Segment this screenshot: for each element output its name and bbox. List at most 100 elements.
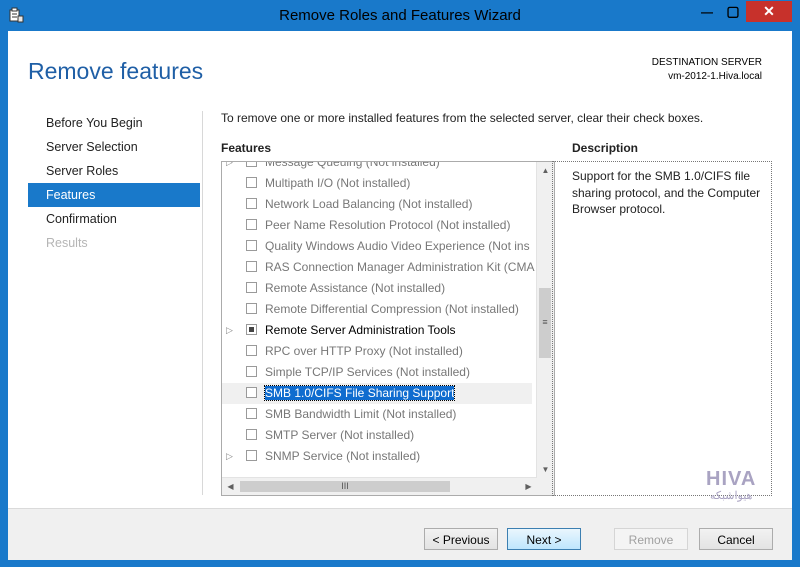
- feature-label-wrap: Message Queuing (Not installed): [265, 162, 440, 173]
- feature-label: RPC over HTTP Proxy (Not installed): [265, 344, 463, 358]
- feature-label-wrap: Quality Windows Audio Video Experience (…: [265, 236, 530, 257]
- feature-row[interactable]: ▷ Message Queuing (Not installed): [222, 162, 532, 173]
- feature-checkbox[interactable]: [246, 303, 257, 314]
- chevron-right-icon[interactable]: ▶: [520, 478, 537, 495]
- description-panel: Support for the SMB 1.0/CIFS file sharin…: [552, 161, 772, 496]
- destination-server-name: vm-2012-1.Hiva.local: [668, 71, 762, 82]
- chevron-left-icon[interactable]: ◀: [222, 478, 239, 495]
- feature-checkbox[interactable]: [246, 324, 257, 335]
- feature-label: Peer Name Resolution Protocol (Not insta…: [265, 218, 511, 232]
- feature-label: RAS Connection Manager Administration Ki…: [265, 260, 535, 274]
- page-title: Remove features: [28, 58, 204, 84]
- feature-label-wrap: SNMP Service (Not installed): [265, 446, 420, 467]
- next-button[interactable]: Next >: [507, 528, 581, 550]
- feature-label: Multipath I/O (Not installed): [265, 176, 411, 190]
- horizontal-scrollbar[interactable]: ◀ III ▶: [222, 477, 537, 495]
- feature-checkbox[interactable]: [246, 345, 257, 356]
- feature-row[interactable]: SMTP Server (Not installed): [222, 425, 532, 446]
- feature-label: SMB Bandwidth Limit (Not installed): [265, 407, 457, 421]
- close-icon: ✕: [763, 3, 775, 19]
- watermark-subtext: هیواشبکه: [709, 490, 753, 502]
- triangle-right-icon[interactable]: ▷: [226, 320, 236, 341]
- feature-row[interactable]: Remote Assistance (Not installed): [222, 278, 532, 299]
- scrollbar-thumb[interactable]: ≡: [539, 288, 551, 358]
- destination-server-info: DESTINATION SERVER vm-2012-1.Hiva.local: [652, 56, 762, 84]
- destination-server-label: DESTINATION SERVER: [651, 57, 762, 68]
- feature-checkbox[interactable]: [246, 219, 257, 230]
- feature-checkbox[interactable]: [246, 261, 257, 272]
- feature-checkbox[interactable]: [246, 450, 257, 461]
- feature-checkbox[interactable]: [246, 387, 257, 398]
- feature-label-wrap: SMB Bandwidth Limit (Not installed): [265, 404, 456, 425]
- feature-row[interactable]: Peer Name Resolution Protocol (Not insta…: [222, 215, 532, 236]
- wizard-window: Remove Roles and Features Wizard — ▢ ✕ R…: [0, 0, 800, 567]
- nav-divider: [202, 111, 203, 495]
- wizard-client-area: Remove features DESTINATION SERVER vm-20…: [8, 31, 792, 560]
- feature-checkbox[interactable]: [246, 282, 257, 293]
- feature-label-wrap: Remote Differential Compression (Not ins…: [265, 299, 519, 320]
- minimize-button[interactable]: —: [694, 1, 720, 22]
- feature-label: SNMP Service (Not installed): [265, 449, 421, 463]
- feature-label-wrap: Remote Assistance (Not installed): [265, 278, 445, 299]
- features-tree[interactable]: ▷ Message Queuing (Not installed) Multipat…: [221, 161, 555, 496]
- features-heading: Features: [221, 141, 272, 155]
- window-title: Remove Roles and Features Wizard: [279, 7, 521, 24]
- feature-label: Remote Assistance (Not installed): [265, 281, 446, 295]
- watermark-logo: HIVA هیواشبکه: [706, 468, 756, 502]
- feature-label: Remote Server Administration Tools: [265, 323, 456, 337]
- feature-row[interactable]: ▷ SNMP Service (Not installed): [222, 446, 532, 467]
- feature-row[interactable]: SMB Bandwidth Limit (Not installed): [222, 404, 532, 425]
- feature-checkbox[interactable]: [246, 177, 257, 188]
- maximize-button[interactable]: ▢: [720, 1, 746, 22]
- feature-row[interactable]: ▷ Remote Server Administration Tools: [222, 320, 532, 341]
- features-list: ▷ Message Queuing (Not installed) Multipat…: [222, 162, 534, 467]
- grip-icon: ≡: [542, 317, 548, 327]
- feature-label-wrap: RAS Connection Manager Administration Ki…: [265, 257, 534, 278]
- feature-label: SMB 1.0/CIFS File Sharing Support: [263, 385, 456, 401]
- feature-label: Simple TCP/IP Services (Not installed): [265, 365, 470, 379]
- description-text: Support for the SMB 1.0/CIFS file sharin…: [572, 169, 761, 216]
- feature-checkbox[interactable]: [246, 198, 257, 209]
- feature-row[interactable]: Quality Windows Audio Video Experience (…: [222, 236, 532, 257]
- feature-label: SMTP Server (Not installed): [265, 428, 415, 442]
- description-heading: Description: [572, 141, 639, 155]
- feature-label-wrap: Peer Name Resolution Protocol (Not insta…: [265, 215, 510, 236]
- maximize-icon: ▢: [726, 3, 740, 19]
- remove-button: Remove: [614, 528, 688, 550]
- watermark-text: HIVA: [706, 468, 757, 490]
- nav-item-features[interactable]: Features: [28, 183, 200, 207]
- feature-label-wrap: Network Load Balancing (Not installed): [265, 194, 472, 215]
- feature-label-wrap: RPC over HTTP Proxy (Not installed): [265, 341, 463, 362]
- feature-row[interactable]: Remote Differential Compression (Not ins…: [222, 299, 532, 320]
- feature-label-wrap: Remote Server Administration Tools: [265, 320, 456, 341]
- feature-checkbox[interactable]: [246, 240, 257, 251]
- title-bar[interactable]: Remove Roles and Features Wizard — ▢ ✕: [0, 0, 800, 31]
- cancel-button[interactable]: Cancel: [699, 528, 773, 550]
- feature-checkbox[interactable]: [246, 366, 257, 377]
- h-scrollbar-thumb[interactable]: III: [240, 481, 450, 492]
- feature-row[interactable]: Simple TCP/IP Services (Not installed): [222, 362, 532, 383]
- previous-button[interactable]: < Previous: [424, 528, 498, 550]
- feature-row[interactable]: Multipath I/O (Not installed): [222, 173, 532, 194]
- feature-row[interactable]: SMB 1.0/CIFS File Sharing Support: [222, 383, 532, 404]
- feature-checkbox[interactable]: [246, 408, 257, 419]
- feature-label: Network Load Balancing (Not installed): [265, 197, 473, 211]
- minimize-icon: —: [701, 4, 713, 19]
- feature-checkbox[interactable]: [246, 162, 257, 167]
- wizard-footer: < Previous Next > Remove Cancel: [8, 508, 792, 560]
- nav-item-confirmation[interactable]: Confirmation: [28, 207, 200, 231]
- nav-item-before-you-begin[interactable]: Before You Begin: [28, 111, 200, 135]
- nav-item-results: Results: [46, 236, 88, 250]
- feature-label: Quality Windows Audio Video Experience (…: [265, 239, 530, 253]
- triangle-right-icon[interactable]: ▷: [226, 446, 236, 467]
- nav-item-server-selection[interactable]: Server Selection: [28, 135, 200, 159]
- feature-checkbox[interactable]: [246, 429, 257, 440]
- close-button[interactable]: ✕: [746, 1, 792, 22]
- feature-row[interactable]: Network Load Balancing (Not installed): [222, 194, 532, 215]
- feature-label-wrap: SMTP Server (Not installed): [265, 425, 414, 446]
- nav-item-server-roles[interactable]: Server Roles: [28, 159, 200, 183]
- feature-row[interactable]: RAS Connection Manager Administration Ki…: [222, 257, 534, 278]
- instruction-text: To remove one or more installed features…: [221, 111, 704, 125]
- feature-row[interactable]: RPC over HTTP Proxy (Not installed): [222, 341, 532, 362]
- triangle-right-icon[interactable]: ▷: [226, 162, 236, 173]
